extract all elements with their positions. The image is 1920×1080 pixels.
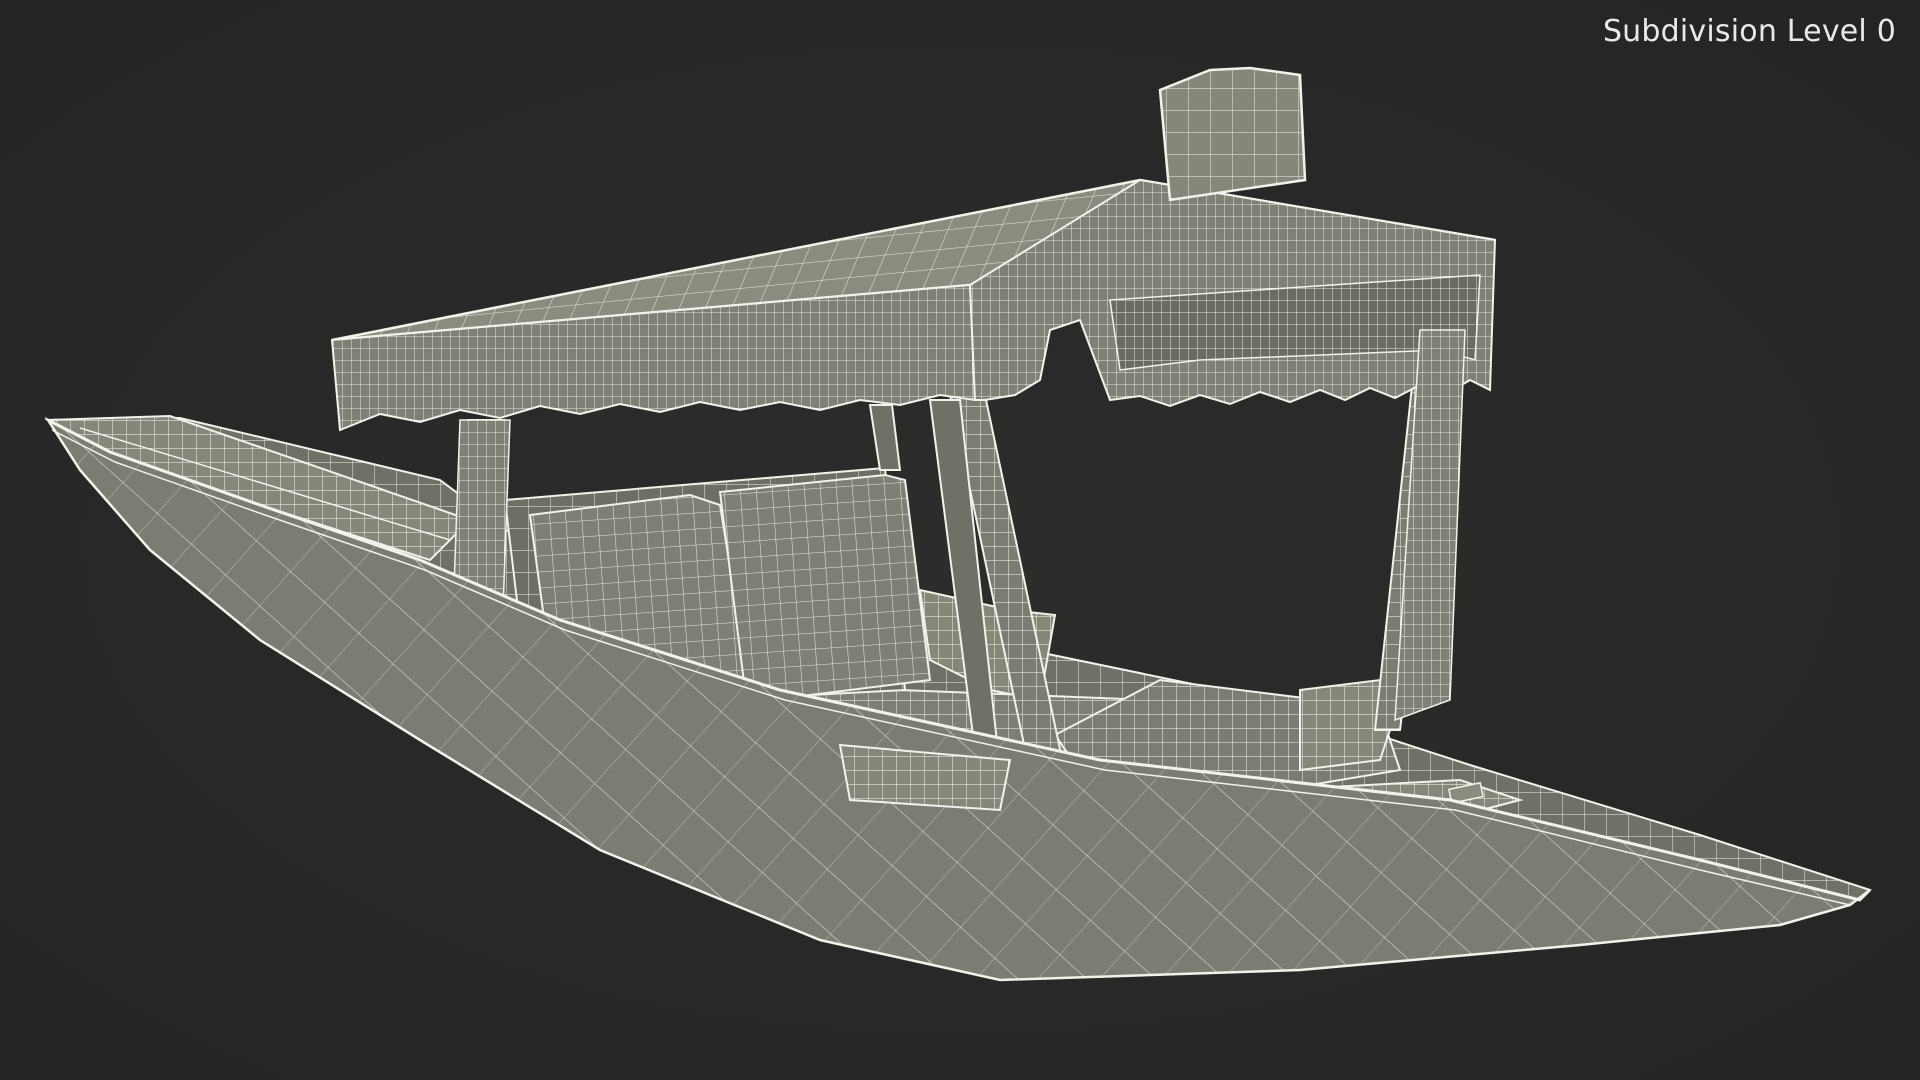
pillow-right	[718, 473, 932, 702]
canopy-crest	[1158, 66, 1307, 202]
3d-viewport[interactable]: Subdivision Level 0	[0, 0, 1920, 1080]
shikara-boat-wireframe	[44, 66, 1872, 982]
